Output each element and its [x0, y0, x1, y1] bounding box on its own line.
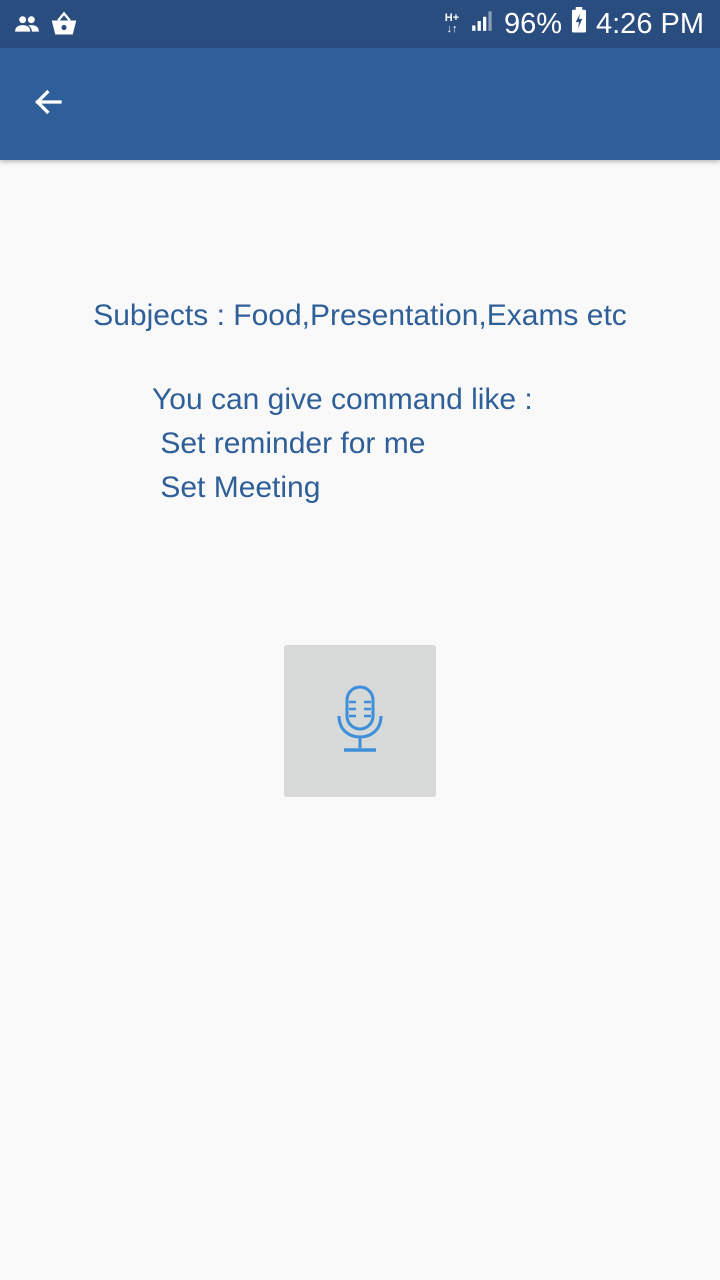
network-activity-arrows: ↓↑ — [446, 23, 458, 35]
subjects-text: Subjects : Food,Presentation,Exams etc — [93, 299, 627, 332]
people-icon — [14, 11, 40, 42]
microphone-icon — [335, 684, 385, 759]
status-bar: H+ ↓↑ 96% 4:26 PM — [0, 0, 720, 48]
network-type-indicator: H+ ↓↑ — [442, 13, 462, 35]
app-bar — [0, 48, 720, 160]
command-example: Set Meeting — [152, 471, 321, 504]
back-button[interactable] — [16, 72, 80, 136]
signal-icon — [470, 7, 496, 41]
status-time: 4:26 PM — [596, 7, 704, 40]
status-left-icons — [14, 10, 78, 43]
arrow-left-icon — [30, 84, 66, 125]
microphone-button[interactable] — [284, 645, 436, 797]
battery-charging-icon — [570, 7, 588, 41]
battery-percent: 96% — [503, 7, 562, 40]
command-example: Set reminder for me — [152, 427, 426, 460]
command-examples: You can give command like : Set reminder… — [152, 378, 533, 510]
shopping-basket-icon — [50, 10, 78, 43]
command-intro: You can give command like : — [152, 383, 533, 416]
status-right-icons: H+ ↓↑ 96% 4:26 PM — [442, 0, 704, 48]
